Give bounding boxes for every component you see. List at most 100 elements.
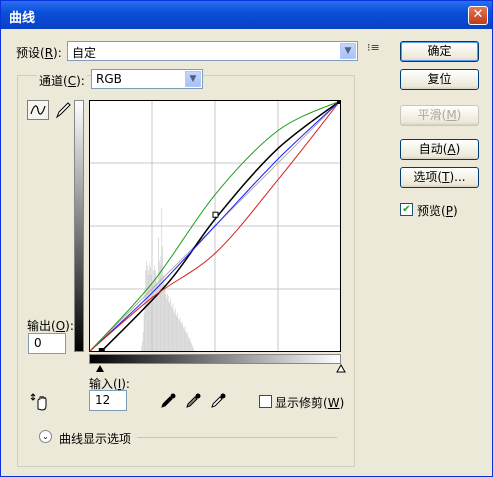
histogram-bar: [184, 326, 186, 351]
ok-button[interactable]: 确定: [400, 41, 479, 62]
histogram-bar: [170, 298, 171, 351]
histogram-bar: [142, 332, 144, 351]
histogram-bar: [147, 275, 149, 351]
histogram-bar: [146, 265, 148, 351]
show-clipping-checkbox[interactable]: [259, 395, 272, 408]
histogram-bar: [166, 294, 168, 351]
divider: [137, 437, 337, 438]
curve-control-point: [337, 100, 341, 104]
histogram-bar: [168, 301, 170, 351]
histogram-bar: [144, 289, 146, 351]
channel-value: RGB: [96, 72, 122, 86]
pencil-icon: [55, 102, 71, 119]
input-gradient-bar: [89, 354, 341, 364]
histogram-bar: [185, 332, 187, 351]
histogram-bar: [192, 347, 194, 351]
output-label: 输出(O):: [27, 319, 74, 333]
chevron-down-icon: ▼: [185, 71, 201, 87]
black-point-slider-icon[interactable]: [95, 364, 105, 373]
preset-select[interactable]: 自定 ▼: [67, 41, 358, 61]
histogram-bar: [186, 333, 187, 351]
histogram-bar: [162, 246, 163, 351]
histogram-bar: [191, 345, 193, 351]
curve-icon: [30, 105, 46, 115]
histogram-bar: [174, 313, 175, 351]
histogram-bar: [150, 267, 151, 351]
histogram-bar: [162, 275, 164, 351]
histogram-bar: [159, 265, 161, 351]
expand-chevron-icon[interactable]: ⌄: [39, 430, 52, 443]
histogram-bar: [193, 349, 195, 351]
output-field[interactable]: 0: [28, 333, 66, 354]
curve-control-point: [212, 211, 219, 218]
title-bar[interactable]: 曲线 ✕: [1, 1, 492, 29]
dialog-title: 曲线: [9, 11, 36, 26]
histogram-bar: [145, 270, 147, 351]
histogram-bar: [190, 343, 192, 351]
chevron-down-icon: ▼: [340, 43, 356, 59]
histogram-bar: [183, 330, 185, 351]
histogram-bar: [179, 317, 181, 351]
histogram-bar: [152, 284, 154, 351]
histogram-bar: [178, 318, 179, 351]
histogram-bar: [187, 336, 189, 351]
histogram-bar: [167, 295, 169, 351]
histogram-bar: [143, 313, 145, 351]
histogram-bar: [189, 337, 191, 351]
histogram-bar: [182, 327, 184, 351]
histogram-bar: [186, 332, 188, 351]
histogram-bar: [154, 265, 155, 351]
histogram-bar: [163, 284, 165, 351]
curve-display-options-label[interactable]: 曲线显示选项: [59, 430, 131, 447]
preview-checkbox[interactable]: ✔: [400, 203, 413, 216]
histogram-bar: [188, 339, 190, 351]
smooth-button[interactable]: 平滑(M): [400, 105, 479, 126]
input-field[interactable]: 12: [89, 390, 127, 411]
histogram-bar: [164, 289, 166, 351]
histogram-bar: [141, 346, 143, 351]
histogram-bar: [171, 308, 173, 351]
white-point-slider-icon[interactable]: [336, 364, 346, 373]
histogram-bar: [181, 324, 183, 351]
histogram-bar: [178, 320, 180, 351]
black-eyedropper-icon[interactable]: [159, 392, 177, 410]
histogram-bar: [180, 322, 182, 351]
curve-point-tool[interactable]: [27, 100, 49, 120]
histogram-bar: [154, 270, 156, 351]
histogram-bar: [149, 263, 151, 351]
reset-button[interactable]: 复位: [400, 69, 479, 90]
histogram-bar: [173, 311, 175, 351]
histogram-bar: [156, 282, 158, 351]
preset-label: 预设(R):: [16, 46, 62, 60]
preview-label: 预览(P): [417, 204, 458, 218]
histogram-bar: [175, 314, 177, 351]
auto-button[interactable]: 自动(A): [400, 139, 479, 160]
histogram-bar: [153, 270, 155, 351]
histogram-bar: [177, 313, 179, 351]
curve-graph[interactable]: [89, 100, 341, 352]
histogram-bar: [172, 303, 174, 351]
close-button[interactable]: ✕: [468, 6, 488, 25]
curves-dialog: 曲线 ✕ 预设(R): 自定 ▼ ⁝≡ 确定 复位 平滑(M) 自动(A) 选项…: [0, 0, 493, 477]
histogram-bar: [170, 305, 172, 351]
histogram-bar: [182, 322, 183, 351]
preset-value: 自定: [72, 46, 97, 60]
preset-menu-icon[interactable]: ⁝≡: [367, 41, 380, 54]
curve-control-point: [98, 348, 105, 352]
options-button[interactable]: 选项(T)...: [400, 167, 479, 188]
output-gradient-bar: [74, 100, 84, 352]
histogram-bar: [190, 341, 191, 351]
show-clipping-label: 显示修剪(W): [275, 396, 345, 410]
white-eyedropper-icon[interactable]: [209, 392, 227, 410]
gray-eyedropper-icon[interactable]: [184, 392, 202, 410]
histogram-bar: [148, 270, 150, 351]
hand-adjust-icon[interactable]: [29, 392, 51, 412]
histogram-bar: [174, 308, 176, 351]
histogram-bar: [160, 256, 162, 351]
histogram-bar: [169, 303, 171, 351]
channel-select[interactable]: RGB ▼: [91, 69, 203, 89]
pencil-tool[interactable]: [53, 100, 73, 120]
histogram-bar: [176, 316, 178, 351]
histogram-bar: [165, 294, 167, 351]
histogram-bar: [166, 298, 167, 351]
